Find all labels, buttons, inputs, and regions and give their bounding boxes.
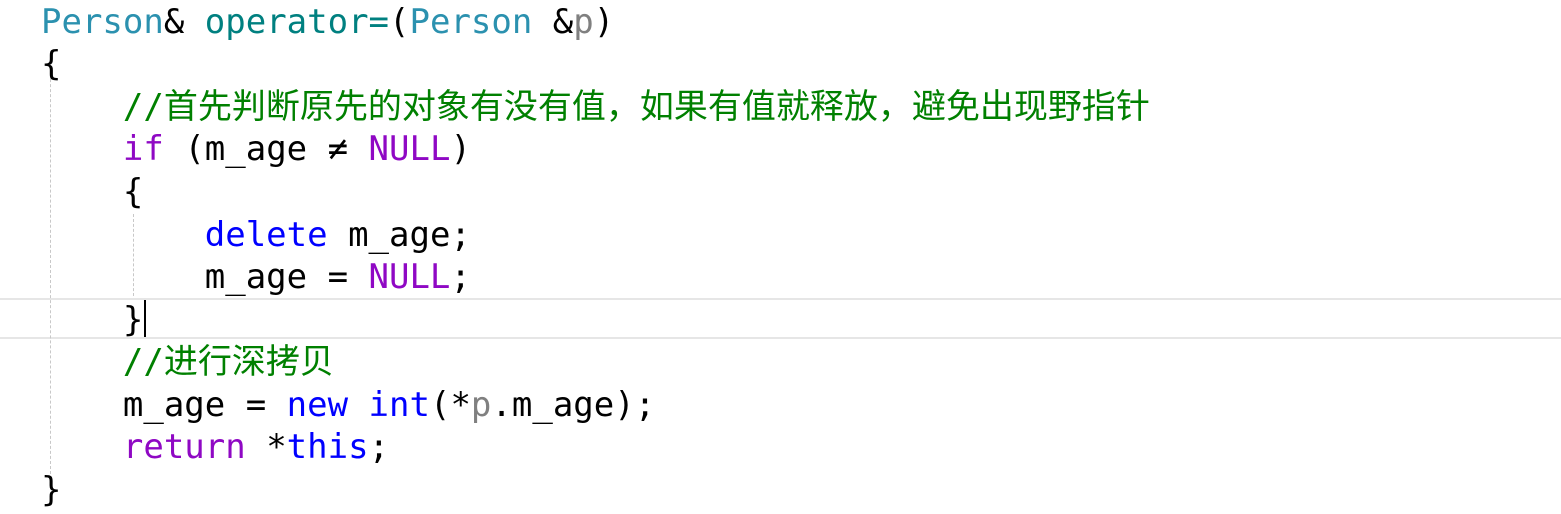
code-token: int xyxy=(368,385,430,425)
code-token: ) xyxy=(593,2,615,42)
code-token: delete xyxy=(204,215,328,255)
code-token: new xyxy=(286,385,349,425)
code-line: m_age = NULL; xyxy=(41,256,471,298)
code-line: Person& operator=(Person &p) xyxy=(41,1,614,43)
code-token: (m_age ≠ xyxy=(163,129,369,169)
code-token: } xyxy=(41,300,144,340)
code-token: ; xyxy=(368,427,390,467)
code-token: & xyxy=(163,2,205,42)
code-token: Person xyxy=(409,2,533,42)
code-line: //进行深拷贝 xyxy=(41,341,334,383)
code-token: //进行深拷贝 xyxy=(122,342,334,382)
code-token: NULL xyxy=(368,257,451,297)
code-token: * xyxy=(245,427,287,467)
code-line: } xyxy=(41,469,61,511)
code-line: //首先判断原先的对象有没有值，如果有值就释放，避免出现野指针 xyxy=(41,86,1150,128)
code-editor[interactable]: Person& operator=(Person &p){ //首先判断原先的对… xyxy=(0,0,1561,514)
code-token: ; xyxy=(450,257,471,297)
code-token: .m_age); xyxy=(491,385,656,425)
code-token: m_age = xyxy=(41,385,287,425)
code-token: p xyxy=(470,385,492,425)
code-line: { xyxy=(41,171,143,213)
code-token: //首先判断原先的对象有没有值，如果有值就释放，避免出现野指针 xyxy=(122,87,1150,127)
code-token: if xyxy=(122,129,164,169)
code-token: } xyxy=(41,470,62,510)
code-line: return *this; xyxy=(41,426,389,468)
code-token: this xyxy=(286,427,369,467)
current-line-highlight xyxy=(0,298,1561,339)
text-caret xyxy=(144,300,146,337)
code-token: { xyxy=(41,44,62,84)
code-token: m_age; xyxy=(327,215,471,255)
code-token: p xyxy=(573,2,594,42)
code-token: NULL xyxy=(368,129,451,169)
code-token: (* xyxy=(429,385,471,425)
code-line: delete m_age; xyxy=(41,214,471,256)
code-token: ( xyxy=(389,2,410,42)
code-line: m_age = new int(*p.m_age); xyxy=(41,384,655,426)
code-token: operator= xyxy=(204,2,390,42)
code-token: Person xyxy=(41,2,164,42)
code-token: m_age = xyxy=(41,257,369,297)
code-token: { xyxy=(41,172,144,212)
code-line: { xyxy=(41,43,61,85)
code-token: ) xyxy=(450,129,471,169)
code-token: & xyxy=(532,2,574,42)
code-line: if (m_age ≠ NULL) xyxy=(41,128,471,170)
code-line: } xyxy=(41,299,143,341)
code-token: return xyxy=(122,427,246,467)
